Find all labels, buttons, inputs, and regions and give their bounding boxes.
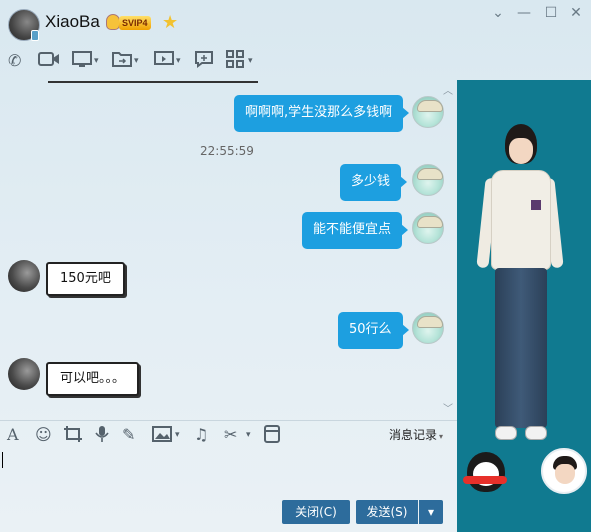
message-input[interactable] [0,448,457,496]
my-avatar[interactable] [412,96,444,128]
chat-window: XiaoBa SVIP4 ★ ⌄ — ☐ ✕ ✆ ▾ ▾ ▾ ▾ ︿ 啊啊啊,学… [0,0,591,532]
figure-face [509,138,533,164]
previous-message-edge [48,80,258,83]
remote-assist-icon[interactable] [154,50,174,72]
screenshot-icon[interactable] [63,425,83,448]
avatar-figure[interactable] [476,124,564,454]
maximize-icon[interactable]: ☐ [541,4,561,22]
qq-show-panel [457,80,591,532]
chevron-down-icon[interactable]: ▾ [134,52,139,70]
message-list[interactable]: ︿ 啊啊啊,学生没那么多钱啊 22:55:59 多少钱 能不能便宜点 150元吧… [0,80,457,414]
my-avatar[interactable] [412,164,444,196]
star-icon[interactable]: ★ [162,12,178,33]
message-bubble[interactable]: 150元吧 [46,262,125,296]
handwrite-icon[interactable]: ✎ [122,425,135,445]
chevron-down-icon[interactable]: ▾ [176,52,181,70]
my-avatar[interactable] [412,212,444,244]
file-transfer-icon[interactable] [112,50,132,72]
title-bar: XiaoBa SVIP4 ★ ⌄ — ☐ ✕ [0,0,591,46]
message-timestamp: 22:55:59 [200,144,254,158]
figure-shoe [525,426,547,440]
emoji-icon[interactable]: ☺ [35,425,52,445]
contact-name[interactable]: XiaoBa [45,12,100,32]
music-icon[interactable]: ♫ [194,425,208,445]
video-icon[interactable] [38,50,60,72]
figure-pocket [531,200,541,210]
figure-jeans [495,268,547,428]
chevron-down-icon[interactable]: ▾ [94,52,99,70]
figure-shirt [491,170,551,270]
scroll-down-icon[interactable]: ﹀ [443,400,453,414]
send-options-button[interactable]: ▾ [419,500,443,524]
minimize-icon[interactable]: — [514,4,534,22]
chevron-down-icon[interactable]: ▾ [246,425,251,445]
close-button[interactable]: 关闭(C) [282,500,350,524]
image-icon[interactable] [152,425,172,448]
message-history-label: 消息记录 [388,428,437,442]
apps-grid-icon[interactable] [226,50,244,72]
message-bubble[interactable]: 多少钱 [340,164,408,201]
chevron-down-icon[interactable]: ▾ [175,425,180,445]
message-bubble[interactable]: 可以吧。。。 [46,362,140,396]
voice-icon[interactable] [94,425,110,448]
message-bubble[interactable]: 啊啊啊,学生没那么多钱啊 [234,95,410,132]
contact-avatar[interactable] [8,358,40,390]
qq-penguin-icon[interactable] [463,452,507,492]
contact-avatar[interactable] [8,260,40,292]
close-icon[interactable]: ✕ [566,4,586,22]
scroll-up-icon[interactable]: ︿ [443,82,453,97]
peer-avatar[interactable] [541,448,587,494]
send-button[interactable]: 发送(S) [356,500,418,524]
mobile-online-icon [31,30,39,41]
red-packet-icon[interactable] [264,425,280,448]
message-history-link[interactable]: 消息记录 ▾ [389,426,443,443]
svip-badge[interactable]: SVIP4 [119,16,151,30]
text-cursor [2,452,3,468]
top-toolbar: ✆ ▾ ▾ ▾ ▾ [0,48,300,74]
screen-share-icon[interactable] [72,50,92,72]
chevron-down-icon[interactable]: ⌄ [488,4,508,22]
input-toolbar: A ☺ ✎ ▾ ♫ ✂ ▾ 消息记录 ▾ [0,420,457,448]
font-icon[interactable]: A [7,425,19,445]
chat-app-icon[interactable] [194,50,214,72]
figure-shoe [495,426,517,440]
chevron-down-icon: ▾ [438,432,443,441]
phone-icon[interactable]: ✆ [8,50,21,72]
scissors-icon[interactable]: ✂ [224,425,237,445]
my-avatar[interactable] [412,312,444,344]
message-bubble[interactable]: 50行么 [338,312,409,349]
chevron-down-icon[interactable]: ▾ [248,52,253,70]
message-bubble[interactable]: 能不能便宜点 [302,212,409,249]
qq-penguin-icon [106,14,120,30]
